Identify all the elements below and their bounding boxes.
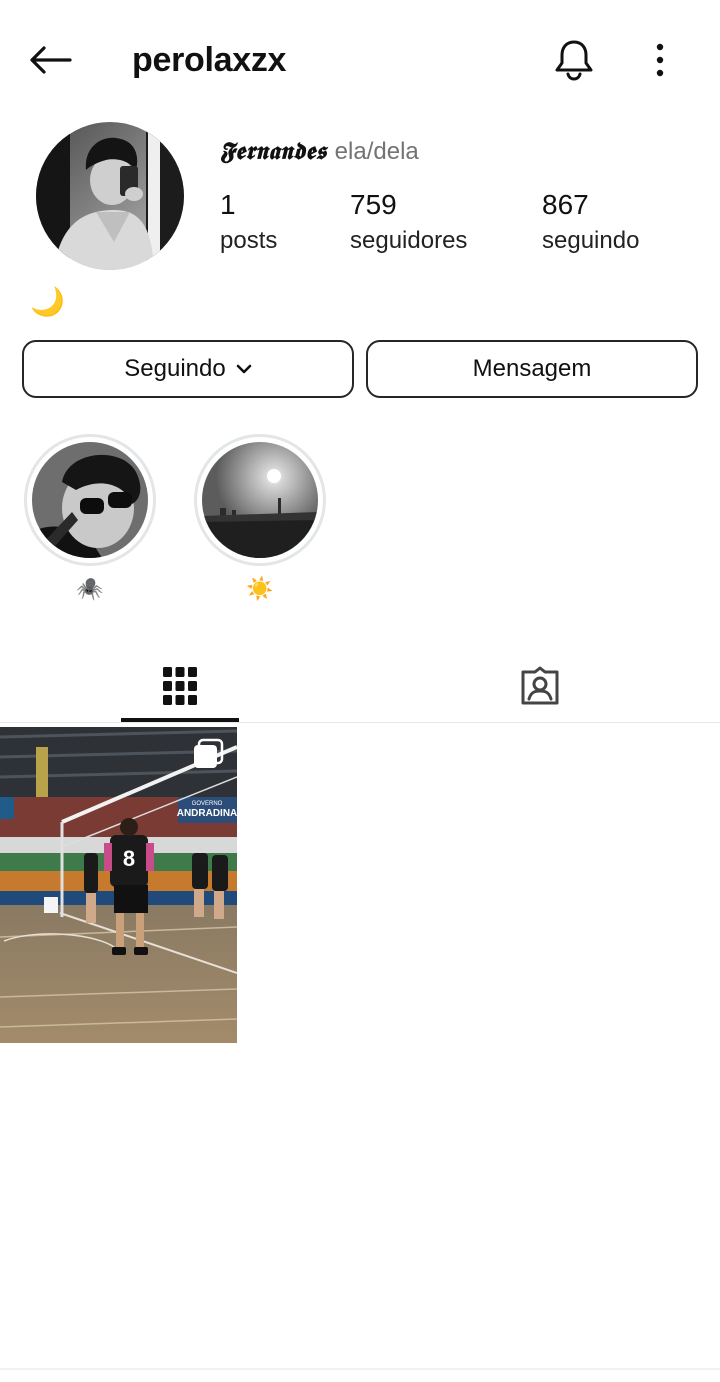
banner-text-small: GOVERNO [192, 801, 223, 807]
followers-label: seguidores [350, 227, 468, 254]
highlight-ring [24, 434, 156, 566]
post-photo: GOVERNO ANDRADINA 8 [0, 727, 237, 1043]
following-button-label: Seguindo [124, 355, 226, 382]
highlight-ring [194, 434, 326, 566]
chevron-down-icon [236, 364, 252, 374]
arrow-left-icon [30, 46, 72, 74]
following-label: seguindo [542, 227, 640, 254]
profile-username: perolaxzx [132, 41, 287, 79]
tab-posts-grid[interactable] [0, 650, 360, 722]
more-options-button[interactable] [640, 34, 680, 86]
posts-value: 1 [220, 189, 236, 220]
tagged-person-icon [521, 666, 559, 705]
followers-value: 759 [350, 189, 397, 220]
jersey-number: 8 [123, 846, 135, 871]
message-button[interactable]: Mensagem [366, 340, 698, 398]
tab-tagged[interactable] [360, 650, 720, 722]
followers-count[interactable]: 759 seguidores [350, 188, 467, 258]
following-count[interactable]: 867 seguindo [542, 188, 639, 258]
posts-count[interactable]: 1 posts [220, 188, 277, 258]
profile-avatar[interactable] [36, 122, 184, 270]
post-thumbnail[interactable]: GOVERNO ANDRADINA 8 [0, 727, 237, 1043]
highlight-cover [32, 442, 148, 558]
highlight-label: 🕷️ [76, 576, 104, 601]
more-vertical-icon [656, 43, 664, 77]
banner-text: ANDRADINA [177, 808, 237, 819]
bell-icon [555, 40, 593, 81]
back-button[interactable] [22, 36, 78, 84]
avatar-photo [36, 122, 184, 270]
bio-text: 🌙 [30, 286, 65, 317]
posts-label: posts [220, 227, 278, 254]
carousel-icon [192, 738, 224, 770]
bottom-divider [0, 1368, 720, 1370]
following-button[interactable]: Seguindo [22, 340, 354, 398]
display-name: 𝕱𝖊𝖗𝖓𝖆𝖓𝖉𝖊𝖘 [220, 136, 327, 165]
grid-icon [163, 667, 197, 705]
following-value: 867 [542, 189, 589, 220]
highlight-cover [202, 442, 318, 558]
story-highlight[interactable]: 🕷️ [22, 434, 158, 602]
message-button-label: Mensagem [472, 355, 592, 382]
story-highlight[interactable]: ☀️ [192, 434, 328, 602]
name-row: 𝕱𝖊𝖗𝖓𝖆𝖓𝖉𝖊𝖘 ela/dela [220, 136, 419, 170]
pronouns: ela/dela [334, 138, 419, 165]
highlight-label: ☀️ [246, 576, 274, 601]
tabs-divider [0, 722, 720, 723]
notifications-button[interactable] [548, 34, 600, 86]
